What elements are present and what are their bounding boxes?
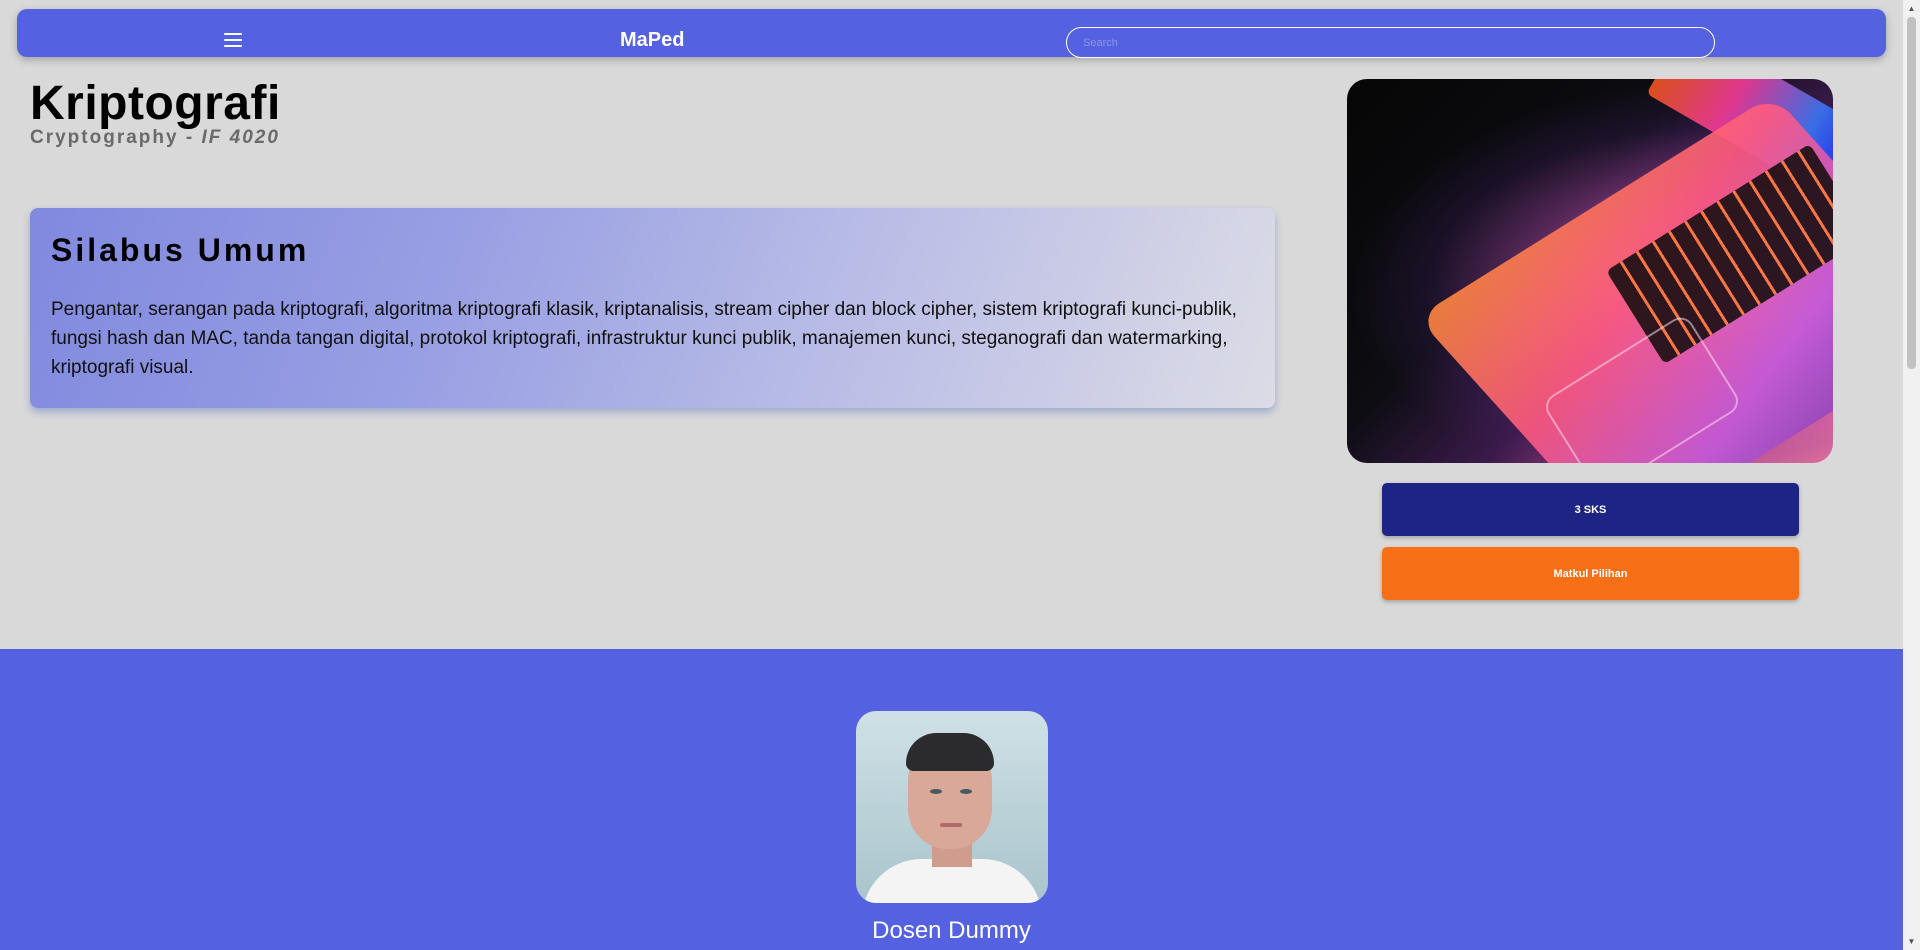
course-code: IF 4020 — [201, 127, 280, 148]
page-title: Kriptografi — [30, 77, 281, 130]
subtitle-separator: - — [185, 127, 195, 148]
navbar: MaPed — [17, 9, 1886, 58]
course-type-badge[interactable]: Matkul Pilihan — [1382, 547, 1799, 600]
scroll-up-icon[interactable]: ▲ — [1903, 0, 1920, 17]
hamburger-icon[interactable] — [224, 33, 242, 47]
syllabus-card: Silabus Umum Pengantar, serangan pada kr… — [30, 208, 1275, 408]
scroll-down-icon[interactable]: ▼ — [1903, 933, 1920, 950]
search-input[interactable] — [1066, 27, 1715, 58]
brand-logo[interactable]: MaPed — [620, 29, 684, 52]
syllabus-text: Pengantar, serangan pada kriptografi, al… — [51, 299, 1237, 378]
syllabus-heading: Silabus Umum — [51, 232, 310, 268]
lecturer-name[interactable]: Dosen Dummy — [0, 917, 1903, 945]
scroll-thumb[interactable] — [1907, 17, 1916, 369]
page-scrollbar[interactable]: ▲ ▼ — [1903, 0, 1920, 950]
lecturer-avatar[interactable] — [856, 711, 1048, 903]
lecturer-section: Dosen Dummy — [0, 649, 1903, 950]
course-english-name: Cryptography — [30, 127, 179, 148]
credits-badge[interactable]: 3 SKS — [1382, 483, 1799, 536]
course-subtitle: Cryptography - IF 4020 — [30, 127, 280, 149]
course-cover-image — [1347, 79, 1833, 463]
